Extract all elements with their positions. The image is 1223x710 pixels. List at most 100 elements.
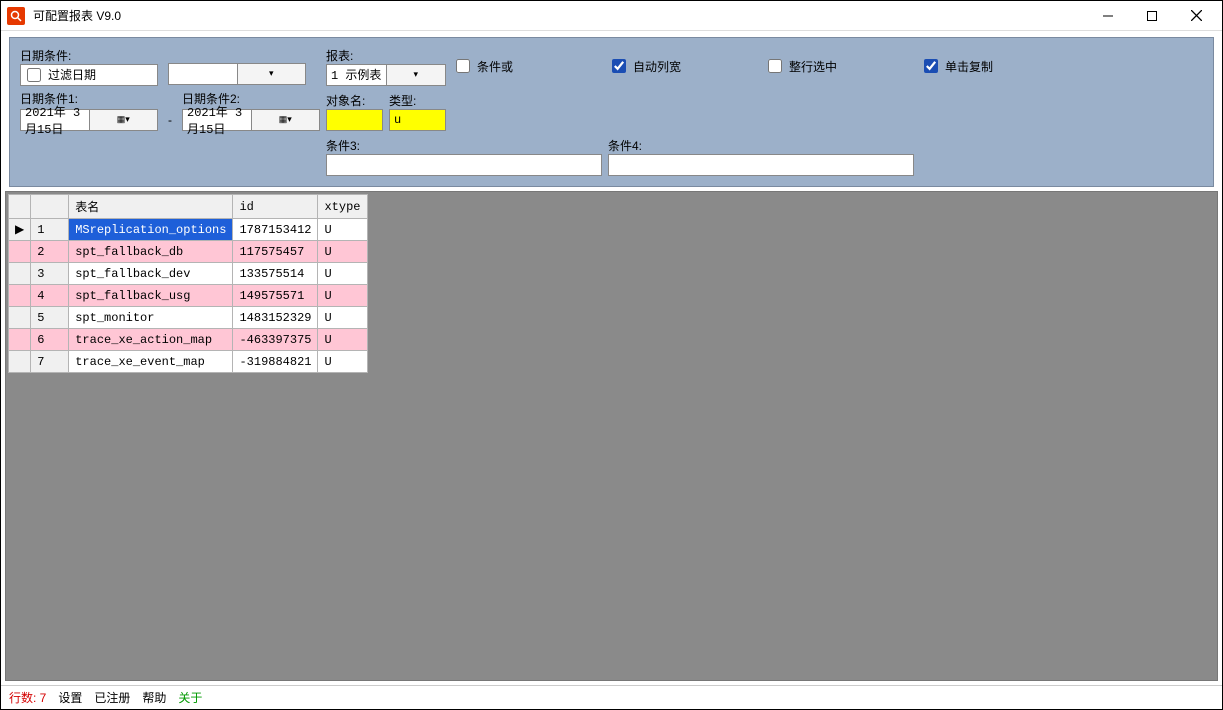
titlebar: 可配置报表 V9.0 — [1, 1, 1222, 31]
checkbox-autowidth[interactable]: 自动列宽 — [608, 56, 758, 76]
grid-header-marker[interactable] — [9, 195, 31, 219]
row-number: 1 — [31, 219, 69, 241]
table-row[interactable]: ▶1MSreplication_options1787153412U — [9, 219, 368, 241]
cell-xtype[interactable]: U — [318, 351, 368, 373]
date-group: 日期条件: 过滤日期 ▾ 日期条件1: 2021年 3月15日 ▦▾ — [20, 47, 320, 131]
cond4-label: 条件4: — [608, 137, 914, 154]
date2-value: 2021年 3月15日 — [183, 103, 251, 137]
row-number: 7 — [31, 351, 69, 373]
checkbox-clickcopy-input[interactable] — [924, 59, 938, 73]
table-row[interactable]: 5spt_monitor1483152329U — [9, 307, 368, 329]
row-marker: ▶ — [9, 219, 31, 241]
table-row[interactable]: 7trace_xe_event_map-319884821U — [9, 351, 368, 373]
table-row[interactable]: 4spt_fallback_usg149575571U — [9, 285, 368, 307]
cell-id[interactable]: 117575457 — [233, 241, 318, 263]
checkbox-autowidth-input[interactable] — [612, 59, 626, 73]
calendar-icon: ▦▾ — [89, 110, 158, 130]
date-dropdown-block: ▾ — [168, 48, 306, 85]
report-label: 报表: — [326, 47, 446, 64]
status-rowcount: 行数: 7 — [9, 689, 46, 706]
row-marker — [9, 351, 31, 373]
status-registered[interactable]: 已注册 — [94, 689, 130, 706]
type-label: 类型: — [389, 92, 446, 109]
cell-xtype[interactable]: U — [318, 263, 368, 285]
cell-name[interactable]: spt_monitor — [69, 307, 233, 329]
data-grid-area: 表名 id xtype ▶1MSreplication_options17871… — [5, 191, 1218, 681]
cell-name[interactable]: trace_xe_action_map — [69, 329, 233, 351]
checkbox-clickcopy-label: 单击复制 — [945, 58, 993, 75]
checkbox-or-label: 条件或 — [477, 58, 513, 75]
row-marker — [9, 285, 31, 307]
date1-picker[interactable]: 2021年 3月15日 ▦▾ — [20, 109, 158, 131]
table-row[interactable]: 2spt_fallback_db117575457U — [9, 241, 368, 263]
window-title: 可配置报表 V9.0 — [33, 7, 121, 24]
cell-id[interactable]: 149575571 — [233, 285, 318, 307]
report-combo-value: 1 示例表 — [327, 66, 386, 83]
row-number: 4 — [31, 285, 69, 307]
cell-id[interactable]: 133575514 — [233, 263, 318, 285]
date-section-label: 日期条件: — [20, 47, 158, 64]
cell-id[interactable]: 1483152329 — [233, 307, 318, 329]
chevron-down-icon: ▾ — [386, 65, 446, 85]
grid-header-id[interactable]: id — [233, 195, 318, 219]
filter-date-checkbox[interactable]: 过滤日期 — [20, 64, 158, 86]
row-marker — [9, 263, 31, 285]
cell-xtype[interactable]: U — [318, 329, 368, 351]
maximize-button[interactable] — [1130, 2, 1174, 30]
cell-xtype[interactable]: U — [318, 219, 368, 241]
date2-picker[interactable]: 2021年 3月15日 ▦▾ — [182, 109, 320, 131]
cond3-input[interactable] — [326, 154, 602, 176]
cond4-input[interactable] — [608, 154, 914, 176]
minimize-button[interactable] — [1086, 2, 1130, 30]
report-combo[interactable]: 1 示例表 ▾ — [326, 64, 446, 86]
app-icon — [7, 7, 25, 25]
row-number: 6 — [31, 329, 69, 351]
cell-name[interactable]: trace_xe_event_map — [69, 351, 233, 373]
data-grid[interactable]: 表名 id xtype ▶1MSreplication_options17871… — [8, 194, 368, 373]
status-help[interactable]: 帮助 — [142, 689, 166, 706]
date-type-combo[interactable]: ▾ — [168, 63, 306, 85]
calendar-icon: ▦▾ — [251, 110, 320, 130]
filter-date-checkbox-label: 过滤日期 — [48, 66, 96, 83]
cell-xtype[interactable]: U — [318, 241, 368, 263]
obj-input[interactable] — [326, 109, 383, 131]
row-marker — [9, 307, 31, 329]
cell-xtype[interactable]: U — [318, 285, 368, 307]
obj-type-block: 对象名: 类型: — [326, 92, 446, 131]
type-input[interactable] — [389, 109, 446, 131]
checkbox-or-input[interactable] — [456, 59, 470, 73]
report-block: 报表: 1 示例表 ▾ — [326, 47, 446, 86]
filter-date-checkbox-input[interactable] — [27, 68, 41, 82]
cell-id[interactable]: -319884821 — [233, 351, 318, 373]
grid-header-rownum[interactable] — [31, 195, 69, 219]
chevron-down-icon: ▾ — [237, 64, 306, 84]
cond3-label: 条件3: — [326, 137, 602, 154]
grid-header-name[interactable]: 表名 — [69, 195, 233, 219]
table-row[interactable]: 3spt_fallback_dev133575514U — [9, 263, 368, 285]
cell-id[interactable]: -463397375 — [233, 329, 318, 351]
checkbox-rowselect-label: 整行选中 — [789, 58, 837, 75]
checkbox-clickcopy[interactable]: 单击复制 — [920, 56, 1223, 76]
header-row: 表名 id xtype — [9, 195, 368, 219]
checkbox-rowselect[interactable]: 整行选中 — [764, 56, 914, 76]
cell-name[interactable]: spt_fallback_db — [69, 241, 233, 263]
cell-id[interactable]: 1787153412 — [233, 219, 318, 241]
date-section-block: 日期条件: 过滤日期 — [20, 47, 158, 86]
cell-name[interactable]: spt_fallback_dev — [69, 263, 233, 285]
cell-name[interactable]: spt_fallback_usg — [69, 285, 233, 307]
grid-header-xtype[interactable]: xtype — [318, 195, 368, 219]
close-button[interactable] — [1174, 2, 1218, 30]
cell-xtype[interactable]: U — [318, 307, 368, 329]
obj-label: 对象名: — [326, 92, 383, 109]
table-row[interactable]: 6trace_xe_action_map-463397375U — [9, 329, 368, 351]
checkbox-or[interactable]: 条件或 — [452, 56, 602, 76]
date1-value: 2021年 3月15日 — [21, 103, 89, 137]
status-settings[interactable]: 设置 — [58, 689, 82, 706]
status-about[interactable]: 关于 — [178, 689, 202, 706]
date2-block: 日期条件2: 2021年 3月15日 ▦▾ — [182, 90, 320, 131]
row-number: 2 — [31, 241, 69, 263]
cell-name[interactable]: MSreplication_options — [69, 219, 233, 241]
checkbox-autowidth-label: 自动列宽 — [633, 58, 681, 75]
row-marker — [9, 241, 31, 263]
checkbox-rowselect-input[interactable] — [768, 59, 782, 73]
